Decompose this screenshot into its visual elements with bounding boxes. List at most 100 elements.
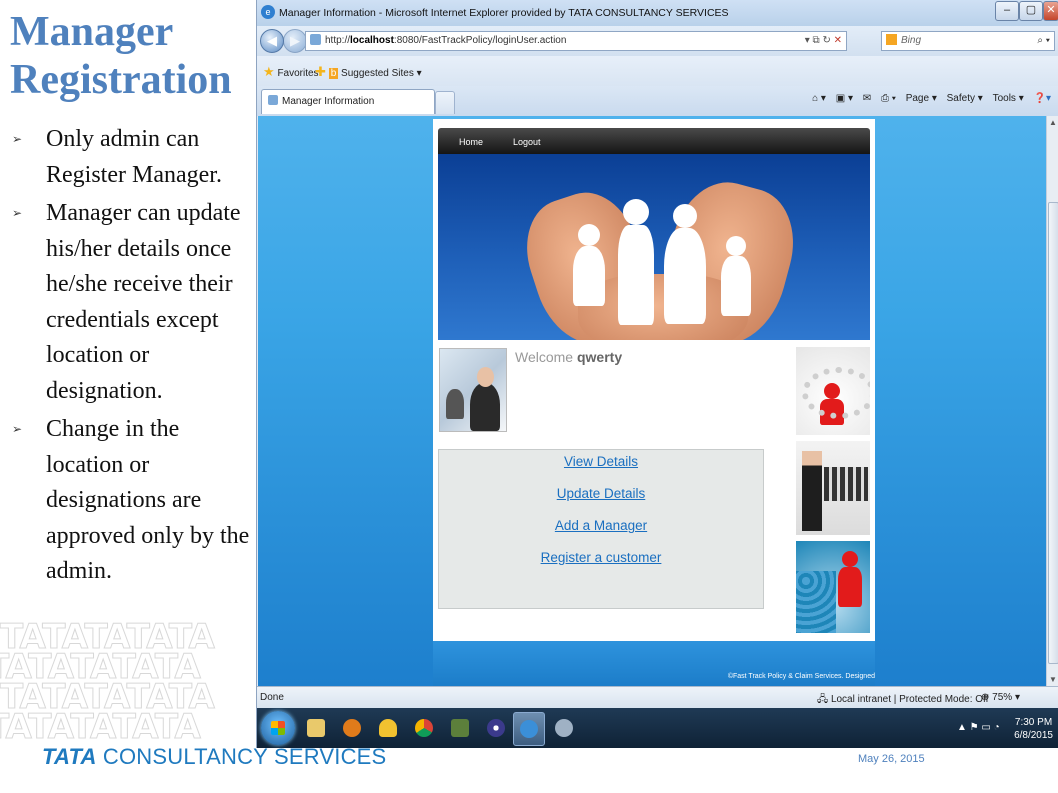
crowd-leader-image [796, 541, 870, 633]
taskbar-internet-explorer-icon[interactable] [513, 712, 545, 746]
slide-title-line2: Registration [10, 57, 232, 103]
scroll-up-icon[interactable]: ▲ [1049, 118, 1057, 127]
taskbar-chrome-icon[interactable] [409, 712, 439, 744]
face-shape [477, 367, 494, 387]
stop-icon[interactable]: ✕ [834, 35, 842, 46]
url-tools: ▾ ⧉ ↻ ✕ [805, 32, 842, 50]
system-tray-icons[interactable]: ▲ ⚑ ▭ ◔ [957, 722, 1000, 733]
url-field[interactable]: http://localhost:8080/FastTrackPolicy/lo… [305, 31, 847, 51]
close-button[interactable]: ✕ [1043, 1, 1058, 21]
clock[interactable]: 7:30 PM 6/8/2015 [1014, 716, 1053, 742]
zoom-icon: ⊕ [981, 692, 990, 703]
bing-icon: b [328, 68, 339, 79]
taskbar-media-player-icon[interactable] [337, 712, 367, 744]
view-details-link[interactable]: View Details [439, 454, 763, 469]
welcome-message: Welcome qwerty [515, 349, 623, 365]
start-button[interactable] [261, 711, 295, 745]
team-circle-image [796, 347, 870, 435]
mail-icon[interactable]: ✉ [863, 93, 871, 104]
favorites-button[interactable]: ★ Favorites [263, 64, 319, 80]
top-nav: Home Logout [438, 128, 870, 154]
search-icon[interactable]: ⌕ ▾ [1037, 32, 1050, 50]
home-icon[interactable]: ⌂ ▾ [812, 93, 826, 104]
grey-figures-ring-shape [802, 367, 870, 419]
page-menu[interactable]: Page ▾ [906, 93, 937, 104]
businesswoman-shape [470, 383, 500, 431]
back-button[interactable]: ◀ [260, 29, 284, 53]
taskbar-tool-icon[interactable] [549, 712, 579, 744]
nav-home-link[interactable]: Home [459, 137, 483, 147]
window-title: Manager Information - Microsoft Internet… [279, 7, 729, 19]
red-figure-body-shape [838, 567, 862, 607]
help-icon[interactable]: ❓▾ [1034, 93, 1051, 104]
father-head-shape [623, 199, 649, 225]
suggested-sites-link[interactable]: ✚ b Suggested Sites ▾ [315, 64, 422, 80]
nav-logout-link[interactable]: Logout [513, 137, 541, 147]
zoom-control[interactable]: ⊕ 75% ▾ [981, 692, 1020, 703]
security-zone[interactable]: 🖧 Local intranet | Protected Mode: Off [817, 692, 988, 709]
feeds-icon[interactable]: ▣ ▾ [836, 93, 853, 104]
bullet-item: ➢ Change in the location or designations … [10, 412, 250, 590]
crowd-shape [796, 571, 836, 633]
forward-button[interactable]: ▶ [283, 29, 307, 53]
add-manager-link[interactable]: Add a Manager [439, 518, 763, 533]
tab-manager-information[interactable]: Manager Information [261, 89, 435, 114]
windows-taskbar: ▲ ⚑ ▭ ◔ 7:30 PM 6/8/2015 [257, 708, 1058, 748]
taskbar-ideas-icon[interactable] [373, 712, 403, 744]
arrow-bullet-icon: ➢ [12, 206, 23, 220]
tata-background-pattern: TATATATATA TATATATATA TATATATATA TATATAT… [0, 622, 215, 742]
taskbar-eclipse-icon[interactable] [481, 712, 511, 744]
boy-figure-shape [721, 256, 751, 316]
tools-menu[interactable]: Tools ▾ [993, 93, 1024, 104]
family-hands-banner [438, 154, 870, 340]
bing-icon [886, 34, 897, 45]
tab-row: Manager Information ⌂ ▾ ▣ ▾ ✉ ⎙ ▾ Page ▾… [257, 86, 1058, 116]
bullet-item: ➢ Only admin can Register Manager. [10, 122, 250, 193]
status-text: Done [260, 692, 284, 703]
compat-view-icon[interactable]: ⧉ [813, 35, 820, 46]
mother-figure-shape [664, 228, 706, 324]
web-page: Home Logout Welcome qwerty View Details … [433, 119, 875, 686]
welcome-photo [439, 348, 507, 432]
safety-menu[interactable]: Safety ▾ [947, 93, 983, 104]
title-bar: e Manager Information - Microsoft Intern… [257, 0, 1058, 26]
search-field[interactable]: Bing ⌕ ▾ [881, 31, 1055, 51]
add-favorites-icon: ✚ [315, 64, 326, 79]
minimize-button[interactable]: – [995, 1, 1019, 21]
team-group-shape [824, 467, 868, 501]
slide-title: Manager Registration [10, 8, 255, 104]
arrow-bullet-icon: ➢ [12, 422, 23, 436]
action-links-panel: View Details Update Details Add a Manage… [438, 449, 764, 609]
bullet-list: ➢ Only admin can Register Manager. ➢ Manag… [10, 122, 250, 593]
new-tab-button[interactable] [435, 91, 455, 114]
favorites-bar: ★ Favorites ✚ b Suggested Sites ▾ [257, 56, 1058, 86]
business-team-image [796, 441, 870, 535]
child-figure-shape [573, 246, 605, 306]
taskbar-library-icon[interactable] [301, 712, 331, 744]
copyright-text: ©Fast Track Policy & Claim Services. Des… [727, 673, 875, 680]
scroll-thumb[interactable] [1048, 202, 1058, 664]
ie-logo-icon: e [261, 5, 275, 19]
status-bar: Done 🖧 Local intranet | Protected Mode: … [257, 686, 1058, 709]
colleague-shape [446, 389, 464, 419]
update-details-link[interactable]: Update Details [439, 486, 763, 501]
slide-date: May 26, 2015 [858, 753, 925, 765]
refresh-icon[interactable]: ↻ [822, 35, 830, 46]
taskbar-device-icon[interactable] [445, 712, 475, 744]
dropdown-icon[interactable]: ▾ [805, 35, 810, 46]
mother-head-shape [673, 204, 697, 228]
intranet-icon: 🖧 [817, 694, 829, 705]
businessman-shape [802, 451, 822, 531]
command-bar: ⌂ ▾ ▣ ▾ ✉ ⎙ ▾ Page ▾ Safety ▾ Tools ▾ ❓▾ [805, 93, 1051, 104]
slide-title-line1: Manager [10, 9, 174, 55]
vertical-scrollbar[interactable]: ▲ ▼ [1046, 116, 1058, 686]
register-customer-link[interactable]: Register a customer [439, 550, 763, 565]
print-icon[interactable]: ⎙ ▾ [881, 93, 896, 104]
maximize-button[interactable]: ▢ [1019, 1, 1043, 21]
page-icon [268, 95, 278, 105]
page-icon [310, 34, 321, 45]
welcome-username: qwerty [576, 349, 623, 365]
child-head-shape [578, 224, 600, 246]
windows-logo-icon [271, 721, 285, 735]
scroll-down-icon[interactable]: ▼ [1049, 675, 1057, 684]
